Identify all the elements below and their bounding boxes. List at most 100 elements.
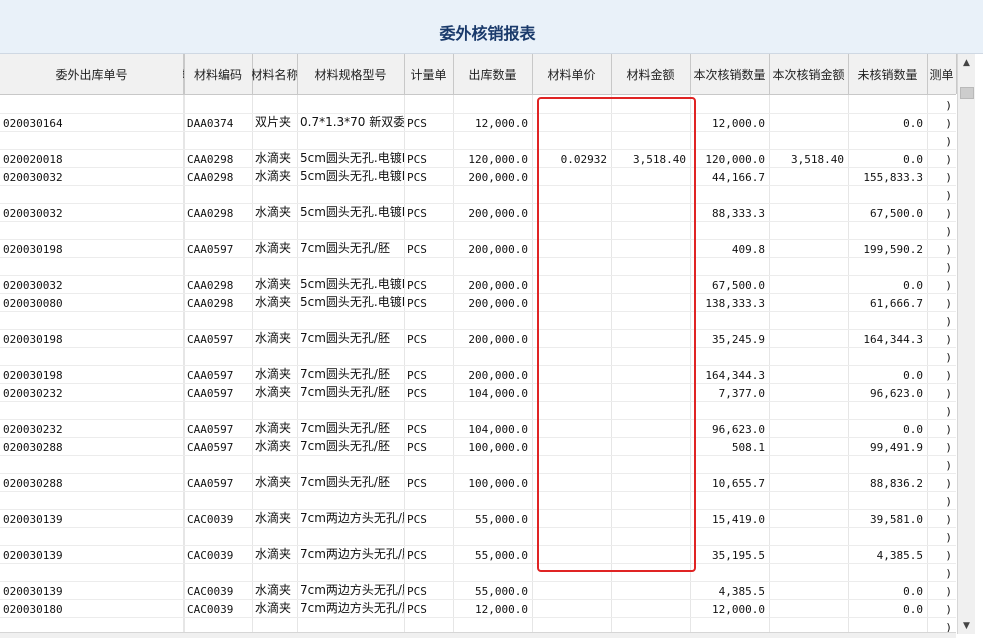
cell-curamt [769, 329, 848, 347]
cell-c13: ) [945, 189, 952, 202]
cell-c13: ) [945, 549, 952, 562]
table-row[interactable]: 020030139 CAC0039 水滴夹 7cm两边方头无孔/胪 PCS 55,000.… [0, 581, 956, 600]
column-header-amount[interactable]: 材料金额 [611, 54, 691, 94]
cell-curqty: 164,344.3 [705, 369, 765, 382]
cell-code [184, 527, 252, 545]
table-row[interactable]: 020030139 CAC0039 水滴夹 7cm两边方头无孔/胪 PCS 55,000.… [0, 509, 956, 528]
cell-amount [611, 509, 690, 527]
cell-code [184, 455, 252, 473]
cell-unit: PCS [407, 207, 427, 220]
column-header-name[interactable]: 材料名称 [252, 54, 298, 94]
scroll-down-icon[interactable]: ▼ [958, 617, 975, 634]
table-row[interactable]: 020030198 CAA0597 水滴夹 7cm圆头无孔/胚 PCS 200,000.0… [0, 239, 956, 258]
table-row[interactable]: 020030139 CAC0039 水滴夹 7cm两边方头无孔/胪 PCS 55,000.… [0, 545, 956, 564]
cell-spec [297, 185, 404, 203]
cell-amount [611, 383, 690, 401]
table-row[interactable]: ) [0, 221, 956, 240]
table-row[interactable]: 020030032 CAA0298 水滴夹 5cm圆头无孔.电镀F PCS 200,000… [0, 275, 956, 294]
cell-c13: ) [945, 495, 952, 508]
column-header-code[interactable]: 材料编码 [184, 54, 253, 94]
table-row[interactable]: 020030198 CAA0597 水滴夹 7cm圆头无孔/胚 PCS 200,000.0… [0, 365, 956, 384]
cell-name: 水滴夹 [255, 169, 292, 183]
cell-c13: ) [945, 135, 952, 148]
table-row[interactable]: 020030232 CAA0597 水滴夹 7cm圆头无孔/胚 PCS 104,000.0… [0, 383, 956, 402]
cell-price [532, 257, 611, 275]
table-row[interactable]: ) [0, 131, 956, 150]
table-row[interactable]: 020030232 CAA0597 水滴夹 7cm圆头无孔/胚 PCS 104,000.0… [0, 419, 956, 438]
cell-amount [611, 563, 690, 581]
cell-spec [297, 95, 404, 113]
table-row[interactable]: ) [0, 491, 956, 510]
table-row[interactable]: 020030164 DAA0374 双片夹 0.7*1.3*70 新双委 PCS 12,0… [0, 113, 956, 132]
cell-spec: 5cm圆头无孔.电镀F [300, 205, 404, 219]
cell-name [252, 347, 297, 365]
table-row[interactable]: 020030288 CAA0597 水滴夹 7cm圆头无孔/胚 PCS 100,000.0… [0, 473, 956, 492]
cell-amount [611, 527, 690, 545]
column-header-price[interactable]: 材料单价 [532, 54, 612, 94]
cell-name [252, 617, 297, 632]
column-header-order[interactable]: 委外出库单号 [0, 54, 184, 94]
table-row[interactable]: ) [0, 311, 956, 330]
cell-spec: 5cm圆头无孔.电镀F [300, 277, 404, 291]
cell-unit [404, 95, 453, 113]
cell-name [252, 401, 297, 419]
table-row[interactable]: 020030080 CAA0298 水滴夹 5cm圆头无孔.电镀F PCS 200,000… [0, 293, 956, 312]
table-row[interactable]: ) [0, 563, 956, 582]
table-row[interactable]: ) [0, 95, 956, 114]
column-header-spec[interactable]: 材料规格型号 [297, 54, 405, 94]
cell-unqty: 155,833.3 [863, 171, 923, 184]
cell-code [184, 131, 252, 149]
column-header-outqty[interactable]: 出库数量 [453, 54, 533, 94]
cell-outqty: 200,000.0 [468, 279, 528, 292]
table-row[interactable]: ) [0, 401, 956, 420]
cell-unit: PCS [407, 477, 427, 490]
table-row[interactable]: ) [0, 455, 956, 474]
cell-curamt [769, 185, 848, 203]
cell-code: CAA0597 [187, 369, 234, 382]
cell-unqty: 0.0 [903, 117, 923, 130]
table-row[interactable]: 020030180 CAC0039 水滴夹 7cm两边方头无孔/胪 PCS 12,000.… [0, 599, 956, 618]
column-header-curqty[interactable]: 本次核销数量 [690, 54, 770, 94]
cell-curamt [769, 131, 848, 149]
scroll-thumb[interactable] [960, 87, 974, 99]
cell-c13: ) [945, 441, 952, 454]
table-row[interactable]: 020030032 CAA0298 水滴夹 5cm圆头无孔.电镀F PCS 200,000… [0, 167, 956, 186]
cell-curamt [769, 257, 848, 275]
column-header-curamt[interactable]: 本次核销金额 [769, 54, 849, 94]
cell-amount [611, 581, 690, 599]
scroll-up-icon[interactable]: ▲ [958, 54, 975, 71]
cell-spec: 5cm圆头无孔.电镀F [300, 151, 404, 165]
table-row[interactable]: ) [0, 347, 956, 366]
cell-unqty: 88,836.2 [870, 477, 923, 490]
cell-c13: ) [945, 369, 952, 382]
cell-price [532, 239, 611, 257]
cell-c13: ) [945, 423, 952, 436]
data-grid: ) 020030164 DAA0374 双片夹 0.7*1.3*70 新双委 PCS 12,… [0, 95, 956, 632]
table-row[interactable]: ) [0, 185, 956, 204]
cell-outqty [453, 563, 532, 581]
cell-curamt [769, 95, 848, 113]
cell-outqty [453, 221, 532, 239]
vertical-scrollbar[interactable]: ▲ ▼ [957, 54, 975, 634]
table-row[interactable]: ) [0, 257, 956, 276]
table-row[interactable]: ) [0, 527, 956, 546]
cell-curamt [769, 545, 848, 563]
cell-name [252, 455, 297, 473]
horizontal-scrollbar[interactable] [0, 632, 956, 638]
table-row[interactable]: ) [0, 617, 956, 632]
cell-code: CAA0597 [187, 243, 234, 256]
cell-spec: 7cm圆头无孔/胚 [300, 439, 390, 453]
table-row[interactable]: 020030198 CAA0597 水滴夹 7cm圆头无孔/胚 PCS 200,000.0… [0, 329, 956, 348]
column-header-unqty[interactable]: 未核销数量 [848, 54, 928, 94]
cell-curamt [769, 401, 848, 419]
table-row[interactable]: 020030288 CAA0597 水滴夹 7cm圆头无孔/胚 PCS 100,000.0… [0, 437, 956, 456]
column-header-c13[interactable]: 测单 [927, 54, 957, 94]
table-row[interactable]: 020030032 CAA0298 水滴夹 5cm圆头无孔.电镀F PCS 200,000… [0, 203, 956, 222]
table-row[interactable]: 020020018 CAA0298 水滴夹 5cm圆头无孔.电镀F PCS 120,000… [0, 149, 956, 168]
column-header-unit[interactable]: 计量单 [404, 54, 454, 94]
cell-spec: 7cm圆头无孔/胚 [300, 475, 390, 489]
cell-price [532, 347, 611, 365]
cell-curqty: 12,000.0 [712, 603, 765, 616]
cell-outqty [453, 257, 532, 275]
cell-curamt [769, 563, 848, 581]
